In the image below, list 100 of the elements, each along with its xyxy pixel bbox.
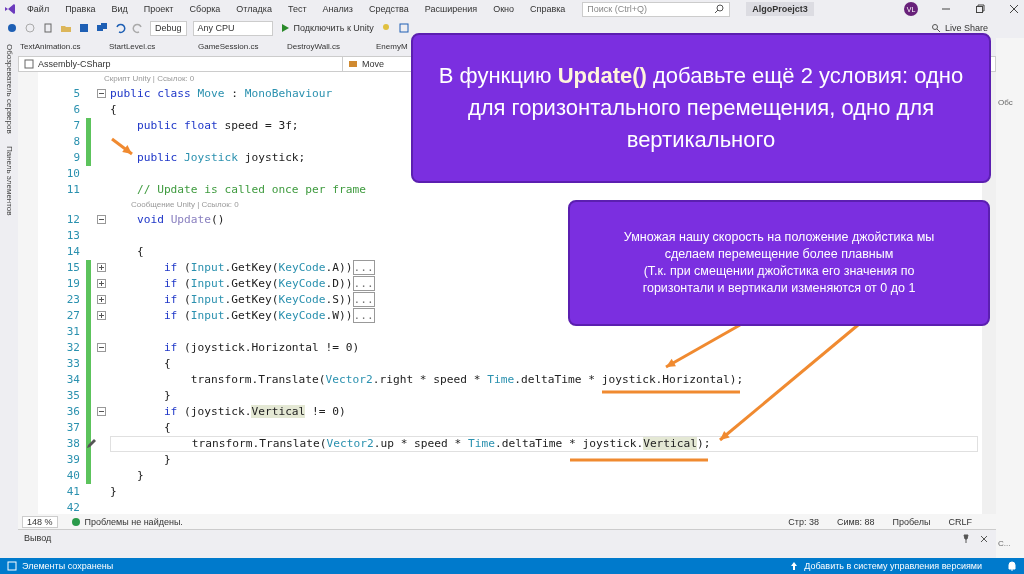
menu-item[interactable]: Отладка [231, 4, 277, 14]
code-line: void Update() [135, 212, 225, 227]
status-icon [6, 560, 18, 572]
menu-item[interactable]: Расширения [419, 4, 483, 14]
new-item-icon[interactable] [42, 22, 54, 34]
line-number: 42 [65, 501, 81, 515]
menu-item[interactable]: Окно [488, 4, 520, 14]
type-dropdown[interactable]: Move [343, 56, 388, 71]
collapse-icon[interactable] [97, 407, 106, 417]
line-number: 31 [65, 325, 81, 339]
project-dropdown[interactable]: Assembly-CSharp [19, 56, 343, 71]
code-line: public Joystick joystick; [135, 150, 306, 165]
line-number: 32 [65, 341, 81, 355]
pin-icon[interactable] [960, 533, 972, 546]
file-tab[interactable]: EnemyM [376, 42, 408, 52]
menu-item[interactable]: Правка [60, 4, 101, 14]
search-icon [713, 3, 726, 15]
line-ending-indicator[interactable]: CRLF [948, 516, 972, 527]
code-line: { [110, 102, 117, 117]
expand-icon[interactable] [97, 311, 106, 321]
bell-icon[interactable] [1006, 560, 1018, 572]
line-number: 40 [65, 469, 81, 483]
config-dropdown[interactable]: Debug [150, 20, 187, 36]
expand-icon[interactable] [97, 263, 106, 273]
file-tab[interactable]: TextAnimation.cs [20, 42, 81, 52]
line-number: 38 [65, 437, 81, 451]
code-line: if (Input.GetKey(KeyCode.S))... [162, 292, 375, 307]
line-number: 34 [65, 373, 81, 387]
source-control-button[interactable]: Добавить в систему управления версиями [804, 561, 982, 571]
window-icon[interactable] [397, 22, 410, 34]
code-line: if (joystick.Horizontal != 0) [162, 340, 360, 355]
code-line: { [135, 244, 144, 259]
code-line: { [162, 356, 171, 371]
live-share-icon[interactable] [929, 22, 942, 34]
live-share-button[interactable]: Live Share [944, 23, 988, 33]
arrow [111, 137, 133, 156]
zoom-dropdown[interactable]: 148 % [22, 515, 58, 528]
panel-title: Вывод [24, 533, 52, 546]
code-line: if (joystick.Vertical != 0) [162, 404, 346, 419]
menu-item[interactable]: Вид [106, 4, 133, 14]
line-number: 11 [65, 183, 81, 197]
line-number: 23 [65, 293, 81, 307]
attach-button[interactable]: Подключить к Unity [293, 23, 374, 33]
line-number: 6 [72, 103, 81, 117]
code-line: public float speed = 3f; [135, 118, 299, 133]
whitespace-indicator[interactable]: Пробелы [892, 516, 931, 527]
line-number: 15 [65, 261, 81, 275]
line-number: 19 [65, 277, 81, 291]
code-line: if (Input.GetKey(KeyCode.A))... [162, 260, 375, 275]
menu-item[interactable]: Анализ [317, 4, 358, 14]
side-panel-tab[interactable]: Обс [998, 98, 1022, 107]
code-line: transform.Translate(Vector2.up * speed * Time.deltaTime * joystick.Vertical); [190, 436, 711, 451]
line-number: 14 [65, 245, 81, 259]
restore-icon[interactable] [974, 3, 986, 15]
line-number: 41 [65, 485, 81, 499]
project-name: AlgoProejct3 [746, 2, 814, 16]
undo-icon[interactable] [114, 22, 126, 34]
line-number: 9 [72, 151, 81, 165]
project-icon [23, 57, 35, 70]
platform-dropdown[interactable]: Any CPU [192, 20, 273, 36]
menu-item[interactable]: Средства [363, 4, 414, 14]
code-line: public class Move : MonoBehaviour [110, 86, 333, 101]
line-number: 5 [72, 87, 81, 101]
line-number: 36 [65, 405, 81, 419]
line-number: 35 [65, 389, 81, 403]
menu-item[interactable]: Справка [525, 4, 571, 14]
collapse-icon[interactable] [97, 215, 106, 225]
line-number: 12 [65, 213, 81, 227]
code-line: { [162, 420, 171, 435]
line-number: 27 [65, 309, 81, 323]
line-number: 13 [65, 229, 81, 243]
side-panel-tab[interactable]: C... [998, 539, 1022, 548]
code-line: } [162, 388, 171, 403]
code-line: if (Input.GetKey(KeyCode.W))... [162, 308, 375, 323]
save-icon[interactable] [78, 22, 90, 34]
search-field[interactable]: Поиск (Ctrl+Q) [582, 1, 731, 17]
menu-item[interactable]: Файл [22, 4, 55, 14]
back-icon[interactable] [6, 22, 18, 34]
file-tab[interactable]: StartLevel.cs [109, 42, 156, 52]
close-icon[interactable] [1008, 3, 1020, 15]
side-panel-tab[interactable]: Панель элементов [4, 145, 14, 216]
line-number: 7 [72, 119, 81, 133]
collapse-icon[interactable] [97, 89, 106, 99]
callout: Умножая нашу скорость на положение джойстика мы сделаем перемещение более плавным (Т.к. при смещении джойстика его значения по горизонтали и вертикали изменяются от 0 до 1 [568, 200, 990, 326]
logo-icon [4, 3, 16, 15]
check-icon [69, 515, 82, 528]
file-tab[interactable]: GameSession.cs [198, 42, 259, 52]
code-line: } [110, 484, 117, 499]
code-line: transform.Translate(Vector2.right * speed * Time.deltaTime * joystick.Horizontal); [189, 372, 744, 387]
menu-item[interactable]: Сборка [184, 4, 226, 14]
expand-icon[interactable] [97, 279, 106, 289]
menu-item[interactable]: Тест [282, 4, 312, 14]
line-number: 37 [65, 421, 81, 435]
expand-icon[interactable] [97, 295, 106, 305]
menu-item[interactable]: Проект [138, 4, 179, 14]
save-all-icon[interactable] [96, 22, 108, 34]
side-panel-tab[interactable]: Обозреватель серверов [4, 44, 14, 134]
collapse-icon[interactable] [97, 343, 106, 353]
file-tab[interactable]: DestroyWall.cs [287, 42, 341, 52]
code-line: } [135, 468, 144, 483]
